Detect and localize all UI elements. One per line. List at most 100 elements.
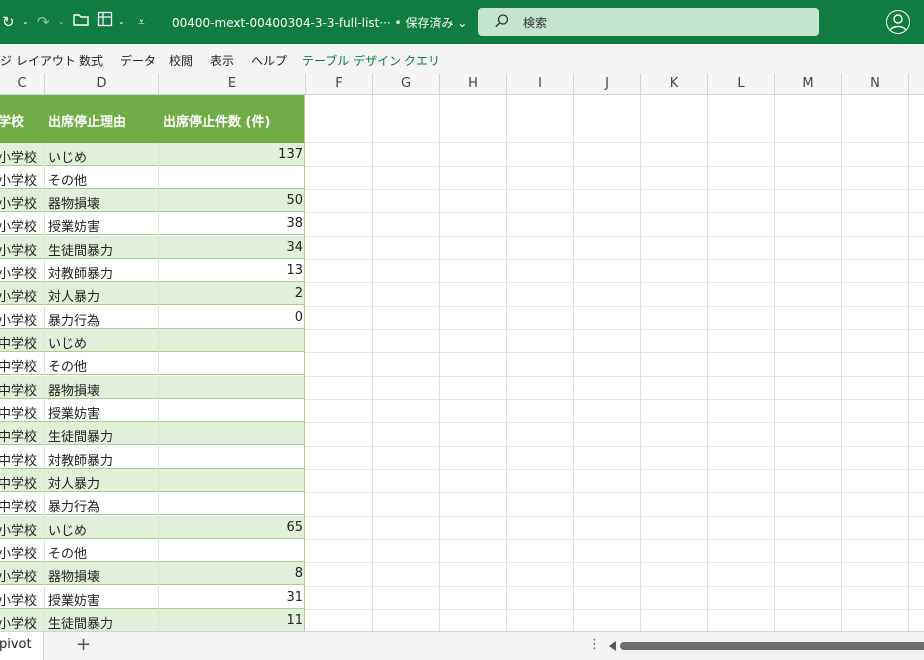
search-icon	[494, 13, 510, 29]
redo-dropdown-icon[interactable]: ⌄	[22, 11, 29, 33]
document-title[interactable]: 00400-mext-00400304-3-3-full-list··· • 保…	[172, 14, 467, 31]
cell-reason[interactable]: 対教師暴力	[48, 450, 113, 469]
title-bar: ↻ ⌄ ↷ ⌄ ⌄ ⩡ 00400-mext-00400304-3-3-full…	[0, 0, 924, 44]
repeat-dropdown-icon[interactable]: ⌄	[58, 11, 65, 33]
column-header-g[interactable]: G	[373, 74, 440, 95]
cell-school[interactable]: 小学校	[0, 310, 37, 329]
cell-count[interactable]: 11	[160, 613, 303, 628]
cell-school[interactable]: 小学校	[0, 286, 37, 305]
cell-school[interactable]: 小学校	[0, 613, 37, 631]
cell-reason[interactable]: 対人暴力	[48, 473, 100, 492]
open-folder-icon[interactable]	[73, 11, 90, 33]
cell-school[interactable]: 中学校	[0, 450, 37, 469]
horizontal-scrollbar[interactable]	[620, 640, 924, 651]
account-icon[interactable]	[886, 10, 910, 34]
cell-reason[interactable]: 器物損壊	[48, 566, 100, 585]
cell-school[interactable]: 小学校	[0, 543, 37, 562]
column-header-f[interactable]: F	[306, 74, 373, 95]
scrollbar-thumb[interactable]	[620, 642, 924, 650]
column-header-d[interactable]: D	[45, 74, 159, 95]
cell-count[interactable]: 13	[160, 263, 303, 278]
tab-review[interactable]: 校閲	[169, 52, 193, 69]
scroll-left-icon[interactable]	[609, 641, 616, 651]
column-header-h[interactable]: H	[440, 74, 507, 95]
gridline	[305, 562, 924, 563]
header-count[interactable]: 出席停止件数 (件)	[163, 111, 270, 130]
column-header-j[interactable]: J	[574, 74, 641, 95]
cell-school[interactable]: 中学校	[0, 333, 37, 352]
column-header-c[interactable]: C	[0, 74, 45, 95]
cell-count[interactable]: 38	[160, 216, 303, 231]
cell-school[interactable]: 小学校	[0, 240, 37, 259]
form-icon[interactable]	[97, 11, 114, 33]
cell-school[interactable]: 小学校	[0, 263, 37, 282]
add-sheet-button[interactable]: +	[76, 634, 91, 655]
cell-school[interactable]: 中学校	[0, 496, 37, 515]
column-header-i[interactable]: I	[507, 74, 574, 95]
cell-reason[interactable]: いじめ	[48, 333, 87, 352]
gridline	[305, 492, 924, 493]
sheet-tab-pivot[interactable]: pivot	[0, 632, 44, 660]
cell-school[interactable]: 小学校	[0, 590, 37, 609]
column-header-n[interactable]: N	[842, 74, 909, 95]
cell-school[interactable]: 小学校	[0, 216, 37, 235]
cell-count[interactable]: 2	[160, 286, 303, 301]
search-placeholder: 検索	[523, 16, 548, 30]
cell-reason[interactable]: 器物損壊	[48, 193, 100, 212]
cell-school[interactable]: 小学校	[0, 147, 37, 166]
form-dropdown-icon[interactable]: ⌄	[118, 11, 125, 33]
search-box[interactable]: 検索	[478, 8, 819, 36]
tab-table-design[interactable]: テーブル デザイン	[302, 52, 401, 69]
cell-count[interactable]: 34	[160, 240, 303, 255]
cell-reason[interactable]: 対人暴力	[48, 286, 100, 305]
cell-count[interactable]: 50	[160, 193, 303, 208]
cell-count[interactable]: 65	[160, 520, 303, 535]
cell-school[interactable]: 中学校	[0, 403, 37, 422]
redo-icon[interactable]: ↻	[2, 11, 15, 33]
tab-help[interactable]: ヘルプ	[251, 52, 287, 69]
more-options-icon[interactable]: ⋮	[588, 637, 601, 652]
tab-query[interactable]: クエリ	[404, 52, 440, 69]
cell-reason[interactable]: 生徒間暴力	[48, 426, 113, 445]
tab-formulas[interactable]: 数式	[79, 52, 103, 69]
cell-school[interactable]: 中学校	[0, 356, 37, 375]
cell-reason[interactable]: 生徒間暴力	[48, 613, 113, 631]
cell-count[interactable]: 8	[160, 566, 303, 581]
table-row: 小学校 その他	[0, 539, 305, 562]
header-school[interactable]: 学校	[0, 111, 24, 130]
column-header-e[interactable]: E	[159, 74, 306, 95]
tab-page-layout[interactable]: ジ レイアウト	[0, 52, 76, 69]
cell-school[interactable]: 中学校	[0, 426, 37, 445]
cell-reason[interactable]: その他	[48, 543, 87, 562]
cell-reason[interactable]: その他	[48, 170, 87, 189]
cell-reason[interactable]: 対教師暴力	[48, 263, 113, 282]
customize-toolbar-icon[interactable]: ⩡	[138, 11, 145, 33]
cell-school[interactable]: 小学校	[0, 170, 37, 189]
repeat-icon[interactable]: ↷	[37, 11, 50, 33]
cell-count[interactable]: 0	[160, 310, 303, 325]
cell-reason[interactable]: その他	[48, 356, 87, 375]
column-header-k[interactable]: K	[641, 74, 708, 95]
cell-reason[interactable]: 授業妨害	[48, 403, 100, 422]
cell-reason[interactable]: 生徒間暴力	[48, 240, 113, 259]
cell-reason[interactable]: 授業妨害	[48, 590, 100, 609]
column-header-l[interactable]: L	[708, 74, 775, 95]
cell-reason[interactable]: いじめ	[48, 147, 87, 166]
column-header-m[interactable]: M	[775, 74, 842, 95]
cell-reason[interactable]: 授業妨害	[48, 216, 100, 235]
cell-reason[interactable]: いじめ	[48, 520, 87, 539]
worksheet-grid[interactable]: 学校 出席停止理由 出席停止件数 (件) 小学校 いじめ 137 小学校 その他…	[0, 95, 924, 631]
cell-school[interactable]: 中学校	[0, 473, 37, 492]
cell-school[interactable]: 小学校	[0, 566, 37, 585]
cell-school[interactable]: 小学校	[0, 520, 37, 539]
cell-reason[interactable]: 器物損壊	[48, 380, 100, 399]
tab-data[interactable]: データ	[120, 52, 156, 69]
cell-reason[interactable]: 暴力行為	[48, 310, 100, 329]
cell-school[interactable]: 中学校	[0, 380, 37, 399]
tab-view[interactable]: 表示	[210, 52, 234, 69]
cell-count[interactable]: 137	[160, 147, 303, 162]
cell-reason[interactable]: 暴力行為	[48, 496, 100, 515]
cell-school[interactable]: 小学校	[0, 193, 37, 212]
header-reason[interactable]: 出席停止理由	[48, 111, 126, 130]
cell-count[interactable]: 31	[160, 590, 303, 605]
